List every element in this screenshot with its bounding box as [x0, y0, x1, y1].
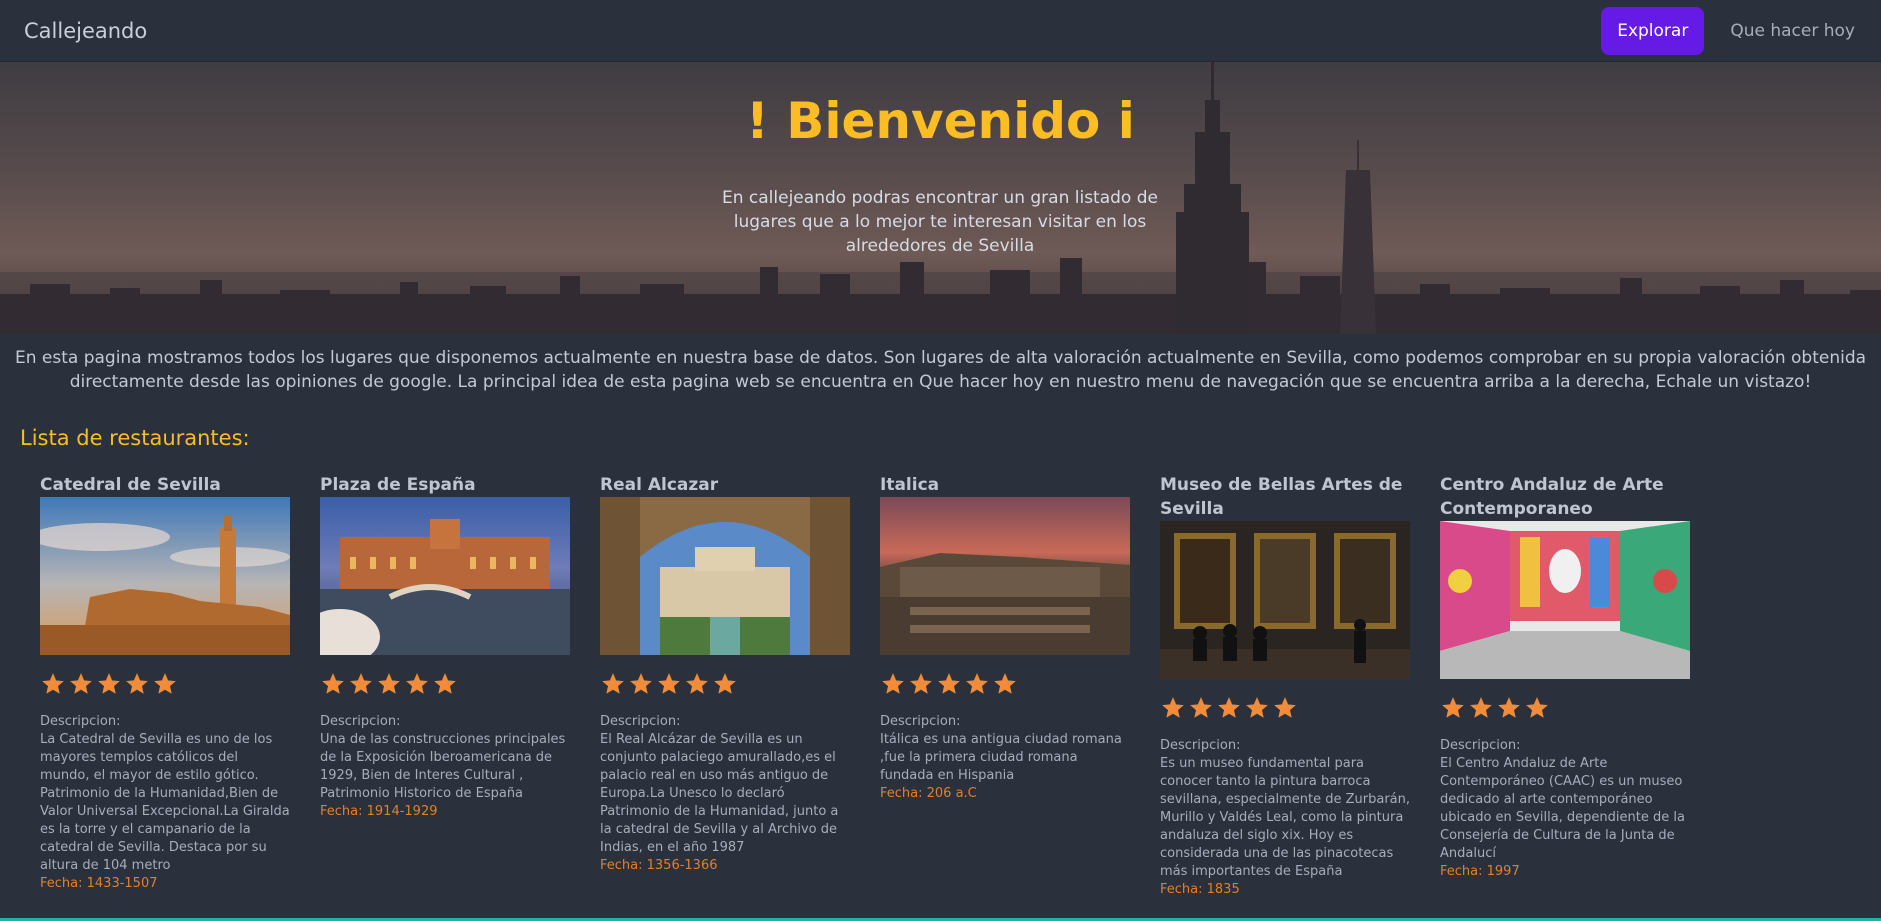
- place-description: El Centro Andaluz de Arte Contemporáneo …: [1440, 756, 1685, 861]
- place-date: Fecha: 1997: [1440, 864, 1520, 879]
- star-icon: [1190, 697, 1212, 718]
- place-title: Real Alcazar: [600, 475, 719, 495]
- place-card[interactable]: Centro Andaluz de Arte Contemporaneo Des…: [1440, 473, 1690, 899]
- description-label: Descripcion:: [880, 714, 961, 729]
- nav-right: Explorar Que hacer hoy: [1601, 6, 1865, 55]
- alcazar-photo: [600, 497, 850, 655]
- star-icon: [350, 673, 372, 694]
- place-card[interactable]: Plaza de España Descripcion: Una de las …: [320, 473, 570, 899]
- star-icon: [714, 673, 736, 694]
- explore-button[interactable]: Explorar: [1601, 6, 1705, 55]
- description-label: Descripcion:: [320, 714, 401, 729]
- place-description: Una de las construcciones principales de…: [320, 732, 566, 801]
- star-icon: [1246, 697, 1268, 718]
- intro-paragraph: En esta pagina mostramos todos los lugar…: [14, 348, 1867, 392]
- star-icon: [154, 673, 176, 694]
- star-icon: [126, 673, 148, 694]
- plaza-photo: [320, 497, 570, 655]
- star-icon: [1498, 697, 1520, 718]
- cathedral-photo: [40, 497, 290, 655]
- star-icon: [378, 673, 400, 694]
- places-list: Catedral de Sevilla Descripcion: La Cate…: [40, 473, 1690, 899]
- rating-stars: [1160, 695, 1410, 723]
- star-icon: [910, 673, 932, 694]
- place-description: El Real Alcázar de Sevilla es un conjunt…: [600, 732, 839, 855]
- place-card[interactable]: Real Alcazar Descripcion: El Real Alcáza…: [600, 473, 850, 899]
- star-icon: [938, 673, 960, 694]
- star-icon: [1442, 697, 1464, 718]
- place-card[interactable]: Catedral de Sevilla Descripcion: La Cate…: [40, 473, 290, 899]
- hero-banner: ! Bienvenido i En callejeando podras enc…: [0, 62, 1881, 334]
- italica-photo: [880, 497, 1130, 655]
- caac-photo: [1440, 521, 1690, 679]
- museum-photo: [1160, 521, 1410, 679]
- star-icon: [966, 673, 988, 694]
- star-icon: [882, 673, 904, 694]
- star-icon: [630, 673, 652, 694]
- place-card[interactable]: Italica Descripcion: Itálica es una anti…: [880, 473, 1130, 899]
- star-icon: [1274, 697, 1296, 718]
- star-icon: [406, 673, 428, 694]
- star-icon: [658, 673, 680, 694]
- description-label: Descripcion:: [1160, 738, 1241, 753]
- rating-stars: [880, 671, 1130, 699]
- star-icon: [1526, 697, 1548, 718]
- rating-stars: [320, 671, 570, 699]
- star-icon: [98, 673, 120, 694]
- place-date: Fecha: 1914-1929: [320, 804, 438, 819]
- star-icon: [1470, 697, 1492, 718]
- star-icon: [686, 673, 708, 694]
- description-label: Descripcion:: [1440, 738, 1521, 753]
- place-date: Fecha: 206 a.C: [880, 786, 977, 801]
- star-icon: [994, 673, 1016, 694]
- star-icon: [322, 673, 344, 694]
- place-date: Fecha: 1433-1507: [40, 876, 158, 891]
- place-title: Italica: [880, 475, 940, 495]
- rating-stars: [40, 671, 290, 699]
- star-icon: [434, 673, 456, 694]
- nav-link-que-hacer-hoy[interactable]: Que hacer hoy: [1720, 21, 1865, 41]
- navbar: Callejeando Explorar Que hacer hoy: [0, 0, 1881, 62]
- star-icon: [42, 673, 64, 694]
- place-date: Fecha: 1356-1366: [600, 858, 718, 873]
- hero-title: ! Bienvenido i: [746, 92, 1135, 150]
- description-label: Descripcion:: [600, 714, 681, 729]
- section-title: Lista de restaurantes:: [20, 426, 250, 450]
- place-card[interactable]: Museo de Bellas Artes de Sevilla Descrip…: [1160, 473, 1410, 899]
- place-title: Plaza de España: [320, 475, 476, 495]
- place-date: Fecha: 1835: [1160, 882, 1240, 897]
- brand-logo[interactable]: Callejeando: [24, 19, 147, 43]
- star-icon: [602, 673, 624, 694]
- rating-stars: [1440, 695, 1690, 723]
- place-description: Itálica es una antigua ciudad romana ,fu…: [880, 732, 1122, 783]
- star-icon: [1218, 697, 1240, 718]
- description-label: Descripcion:: [40, 714, 121, 729]
- place-title: Museo de Bellas Artes de Sevilla: [1160, 475, 1403, 519]
- place-description: Es un museo fundamental para conocer tan…: [1160, 756, 1410, 879]
- rating-stars: [600, 671, 850, 699]
- place-description: La Catedral de Sevilla es uno de los may…: [40, 732, 290, 873]
- star-icon: [1162, 697, 1184, 718]
- star-icon: [70, 673, 92, 694]
- place-title: Catedral de Sevilla: [40, 475, 221, 495]
- hero-text: En callejeando podras encontrar un gran …: [722, 188, 1158, 256]
- place-title: Centro Andaluz de Arte Contemporaneo: [1440, 475, 1664, 519]
